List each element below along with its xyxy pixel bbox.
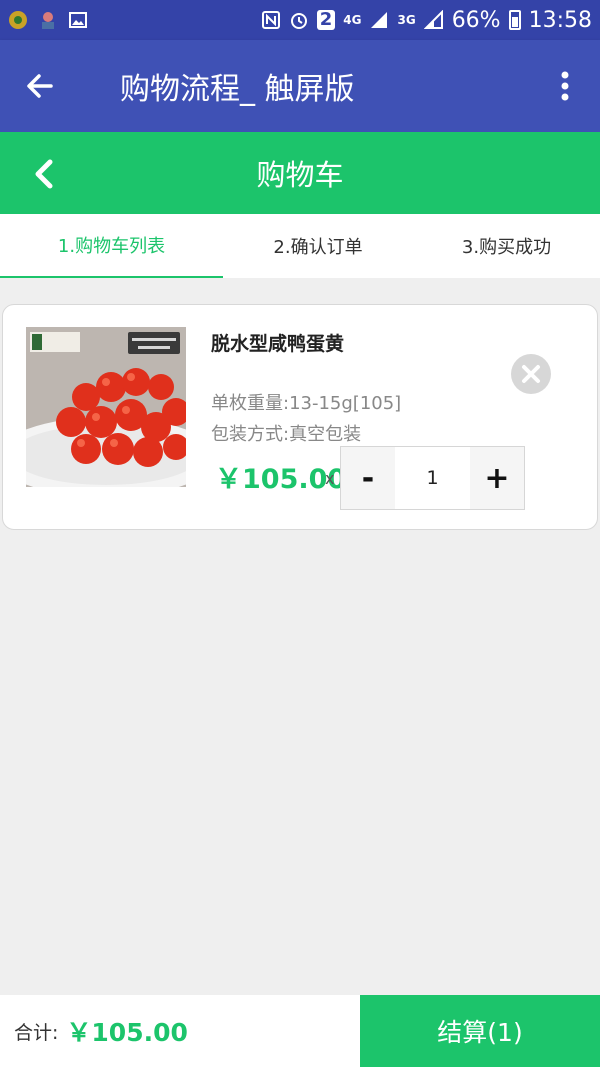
network-3g-label: 3G (397, 13, 416, 27)
decrease-quantity-button[interactable]: - (341, 447, 395, 509)
quantity-input[interactable]: 1 (395, 447, 470, 509)
step-cart-list[interactable]: 1.购物车列表 (0, 214, 223, 278)
image-notification-icon (69, 12, 87, 28)
app-notification-icon (9, 11, 27, 29)
signal-icon (371, 12, 388, 28)
checkout-steps: 1.购物车列表 2.确认订单 3.购买成功 (0, 214, 600, 278)
app-bar: 购物流程_ 触屏版 (0, 40, 600, 132)
spec-weight: 单枚重量:13-15g[105] (211, 393, 402, 414)
cart-item: 脱水型咸鸭蛋黄 单枚重量:13-15g[105] 包装方式:真空包装 ￥105.… (2, 304, 598, 530)
battery-icon (508, 10, 521, 30)
more-options-button[interactable] (530, 40, 600, 132)
clock: 13:58 (528, 7, 592, 33)
step-confirm-order[interactable]: 2.确认订单 (223, 214, 413, 278)
system-status: 2 4G 3G 66% 13:58 (261, 8, 592, 33)
arrow-left-icon (27, 74, 53, 98)
total-label: 合计: (14, 1021, 59, 1044)
step-purchase-success[interactable]: 3.购买成功 (413, 214, 600, 278)
nfc-icon (261, 11, 280, 29)
page-title: 购物车 (256, 158, 344, 192)
sim-badge: 2 (316, 10, 336, 30)
signal-icon-2 (423, 10, 443, 29)
brand-logo (30, 332, 80, 352)
total-amount: ￥105.00 (66, 1018, 188, 1047)
product-name[interactable]: 脱水型咸鸭蛋黄 (211, 329, 344, 356)
alarm-icon (290, 13, 307, 29)
product-image[interactable] (26, 327, 186, 487)
package-label (128, 332, 180, 354)
close-icon (522, 365, 540, 383)
notification-icons (8, 10, 88, 30)
increase-quantity-button[interactable]: + (470, 447, 524, 509)
checkout-button[interactable]: 结算(1) (360, 995, 600, 1067)
avatar-notification-icon (42, 12, 54, 29)
multiply-sign: x (325, 469, 335, 488)
bottom-bar: 合计: ￥105.00 结算(1) (0, 995, 600, 1067)
quantity-stepper: - 1 + (340, 446, 525, 510)
cart-header: 购物车 (0, 132, 600, 214)
spec-packaging: 包装方式:真空包装 (211, 424, 362, 445)
more-vertical-icon (561, 71, 569, 101)
network-4g-label: 4G (343, 13, 362, 27)
back-button[interactable] (0, 40, 80, 132)
chevron-left-icon (35, 159, 53, 189)
app-title: 购物流程_ 触屏版 (120, 72, 355, 107)
cart-back-button[interactable] (26, 154, 66, 194)
remove-item-button[interactable] (511, 354, 551, 394)
status-bar: 2 4G 3G 66% 13:58 (0, 0, 600, 40)
battery-percent: 66% (451, 7, 501, 33)
